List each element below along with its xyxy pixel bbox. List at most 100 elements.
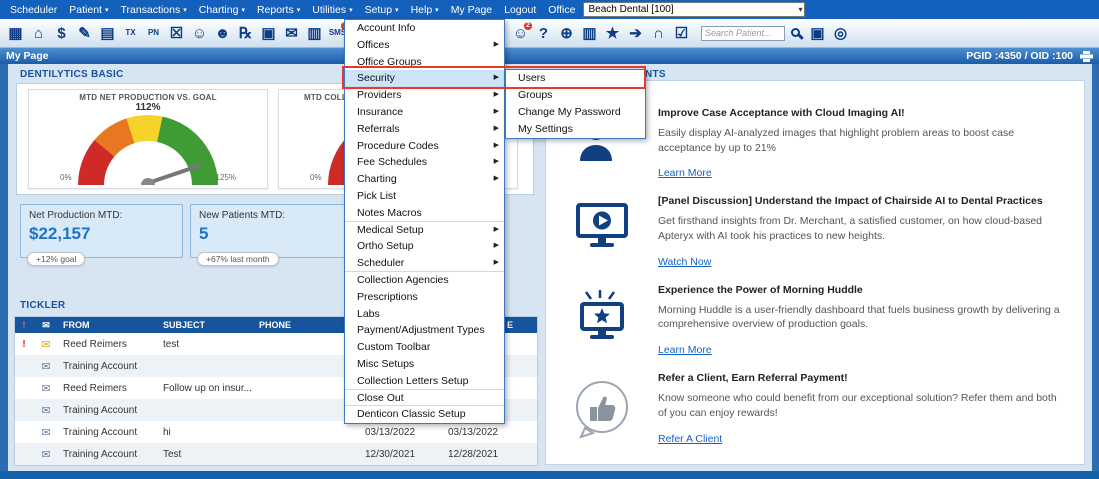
help-icon[interactable]: ? xyxy=(533,22,554,45)
message-source-icon: ✉ xyxy=(41,382,51,395)
setup-menu-item[interactable]: Payment/Adjustment Types xyxy=(345,322,504,339)
reports-icon[interactable]: ▥ xyxy=(304,22,325,45)
patient-info-icon[interactable]: ☺ 2 xyxy=(510,21,532,45)
scheduler-icon[interactable]: ▦ xyxy=(5,22,26,45)
tasks-icon[interactable]: ☑ xyxy=(671,22,692,45)
setup-menu-item[interactable]: Close Out xyxy=(345,390,504,407)
favorites-icon[interactable]: ★ xyxy=(602,22,623,45)
add-patient-icon[interactable]: ☺ xyxy=(189,22,210,45)
chevron-down-icon: ▾ xyxy=(104,6,109,14)
table-row[interactable]: ✉ Training Account hi 03/13/2022 03/13/2… xyxy=(15,421,537,443)
security-submenu-item[interactable]: Groups xyxy=(506,87,645,104)
envelope-icon: ✉ xyxy=(42,319,50,330)
setup-menu-item[interactable]: Insurance ▶ xyxy=(345,104,504,121)
message-source-icon: ✉ xyxy=(41,360,51,373)
setup-menu-item[interactable]: Custom Toolbar xyxy=(345,339,504,356)
menubar-item-label: My Page xyxy=(450,3,493,16)
print-icon[interactable]: ▣ xyxy=(258,22,279,45)
setup-menu-item[interactable]: Misc Setups xyxy=(345,356,504,373)
security-submenu-item[interactable]: My Settings xyxy=(506,121,645,138)
setup-menu-item[interactable]: Offices ▶ xyxy=(345,37,504,54)
setup-menu-item[interactable]: Collection Letters Setup xyxy=(345,373,504,390)
setup-menu-item[interactable]: Collection Agencies xyxy=(345,272,504,289)
patient-history-icon[interactable]: ☻ xyxy=(212,22,233,45)
pgid-oid-label: PGID :4350 / OID :100 xyxy=(966,50,1073,62)
setup-menu-item[interactable]: Office Groups xyxy=(345,54,504,71)
menubar-item[interactable]: Reports ▾ xyxy=(251,0,306,19)
treatment-plan-icon[interactable]: TX xyxy=(120,22,141,45)
submenu-arrow-icon: ▶ xyxy=(493,141,499,149)
documents-icon[interactable]: ▤ xyxy=(97,22,118,45)
setup-menu-item[interactable]: Notes Macros xyxy=(345,205,504,222)
menubar-item[interactable]: My Page xyxy=(445,0,498,19)
toolbar-right-icons: ☺ 2 ? ⊕ ▥ ★ ➔ ∩ ☑ xyxy=(509,21,693,45)
submenu-arrow-icon: ▶ xyxy=(493,242,499,250)
cancel-appointment-icon[interactable]: ☒ xyxy=(166,22,187,45)
office-select[interactable]: Beach Dental [100] ▾ xyxy=(583,2,806,17)
progress-notes-icon[interactable]: PN xyxy=(143,22,164,45)
menubar-item[interactable]: Office xyxy=(542,0,581,19)
from-column-header[interactable]: FROM xyxy=(59,320,163,330)
sync-icon[interactable]: ◎ xyxy=(830,22,851,45)
print-icon[interactable] xyxy=(1080,50,1093,62)
setup-menu-item[interactable]: Denticon Classic Setup xyxy=(345,406,504,423)
setup-menu-item[interactable]: Pick List xyxy=(345,188,504,205)
setup-menu-item[interactable]: Ortho Setup ▶ xyxy=(345,238,504,255)
prescriptions-icon[interactable]: ℞ xyxy=(235,22,256,45)
setup-menu-item[interactable]: Prescriptions xyxy=(345,289,504,306)
menubar-item[interactable]: Patient ▾ xyxy=(63,0,114,19)
setup-menu-item[interactable]: Referrals ▶ xyxy=(345,121,504,138)
toolbar: ▦ ⌂ $ ✎ ▤ TX PN ☒ ☺ ☻ ℞ ▣ ✉ ▥ SMS ☺ 2 ? … xyxy=(0,19,1099,48)
security-submenu-item[interactable]: Users xyxy=(506,70,645,87)
window-icon[interactable]: ▣ xyxy=(807,22,828,45)
menubar-item[interactable]: Help ▾ xyxy=(405,0,445,19)
setup-menu-item[interactable]: Scheduler ▶ xyxy=(345,255,504,272)
webinar-play-icon xyxy=(546,195,658,269)
announcement-link[interactable]: Learn More xyxy=(658,167,712,179)
setup-menu-item[interactable]: Providers ▶ xyxy=(345,87,504,104)
gauge-min-label: 0% xyxy=(310,173,322,182)
setup-menu-item[interactable]: Security ▶ xyxy=(345,70,504,88)
menu-item-label: Ortho Setup xyxy=(357,240,414,253)
announcement-link[interactable]: Refer A Client xyxy=(658,433,722,445)
referral-icon[interactable]: ➔ xyxy=(625,22,646,45)
setup-menu-item[interactable]: Fee Schedules ▶ xyxy=(345,154,504,171)
setup-menu-item[interactable]: Medical Setup ▶ xyxy=(345,222,504,239)
stat-label: New Patients MTD: xyxy=(199,210,286,221)
payments-icon[interactable]: $ xyxy=(51,22,72,45)
announcement-link[interactable]: Learn More xyxy=(658,344,712,356)
refer-client-icon xyxy=(546,372,658,446)
menubar-item[interactable]: Logout xyxy=(498,0,542,19)
phone-column-header[interactable]: PHONE xyxy=(259,320,349,330)
subject-column-header[interactable]: SUBJECT xyxy=(163,320,259,330)
message-source-icon: ✉ xyxy=(41,426,51,439)
menu-item-label: Pick List xyxy=(357,189,397,202)
announcement-link[interactable]: Watch Now xyxy=(658,256,711,268)
submenu-arrow-icon: ▶ xyxy=(493,225,499,233)
home-icon[interactable]: ⌂ xyxy=(28,22,49,45)
due-date-cell: 03/13/2022 xyxy=(447,426,499,438)
gauge-title: MTD NET PRODUCTION VS. GOAL xyxy=(79,93,217,102)
table-row[interactable]: ✉ Training Account Test 12/30/2021 12/28… xyxy=(15,443,537,465)
analytics-icon[interactable]: ▥ xyxy=(579,22,600,45)
menubar-item[interactable]: Charting ▾ xyxy=(193,0,251,19)
menubar-item[interactable]: Utilities ▾ xyxy=(306,0,358,19)
menubar-item[interactable]: Scheduler xyxy=(4,0,63,19)
menubar-item[interactable]: Transactions ▾ xyxy=(115,0,193,19)
charting-icon[interactable]: ✎ xyxy=(74,22,95,45)
security-submenu-item[interactable]: Change My Password xyxy=(506,104,645,121)
menubar-item-label: Help xyxy=(410,3,433,16)
globe-icon[interactable]: ⊕ xyxy=(556,22,577,45)
from-cell: Reed Reimers xyxy=(63,338,127,350)
menubar-item[interactable]: Setup ▾ xyxy=(359,0,405,19)
setup-menu-item[interactable]: Account Info xyxy=(345,20,504,37)
search-icon[interactable] xyxy=(791,27,800,37)
setup-menu-item[interactable]: Labs xyxy=(345,306,504,323)
setup-menu-item[interactable]: Charting ▶ xyxy=(345,171,504,188)
chevron-down-icon: ▾ xyxy=(183,6,187,14)
menu-item-label: Users xyxy=(518,72,546,84)
setup-menu-item[interactable]: Procedure Codes ▶ xyxy=(345,138,504,155)
search-input[interactable] xyxy=(701,25,785,41)
mail-icon[interactable]: ✉ xyxy=(281,22,302,45)
tooth-chart-icon[interactable]: ∩ xyxy=(648,22,669,45)
